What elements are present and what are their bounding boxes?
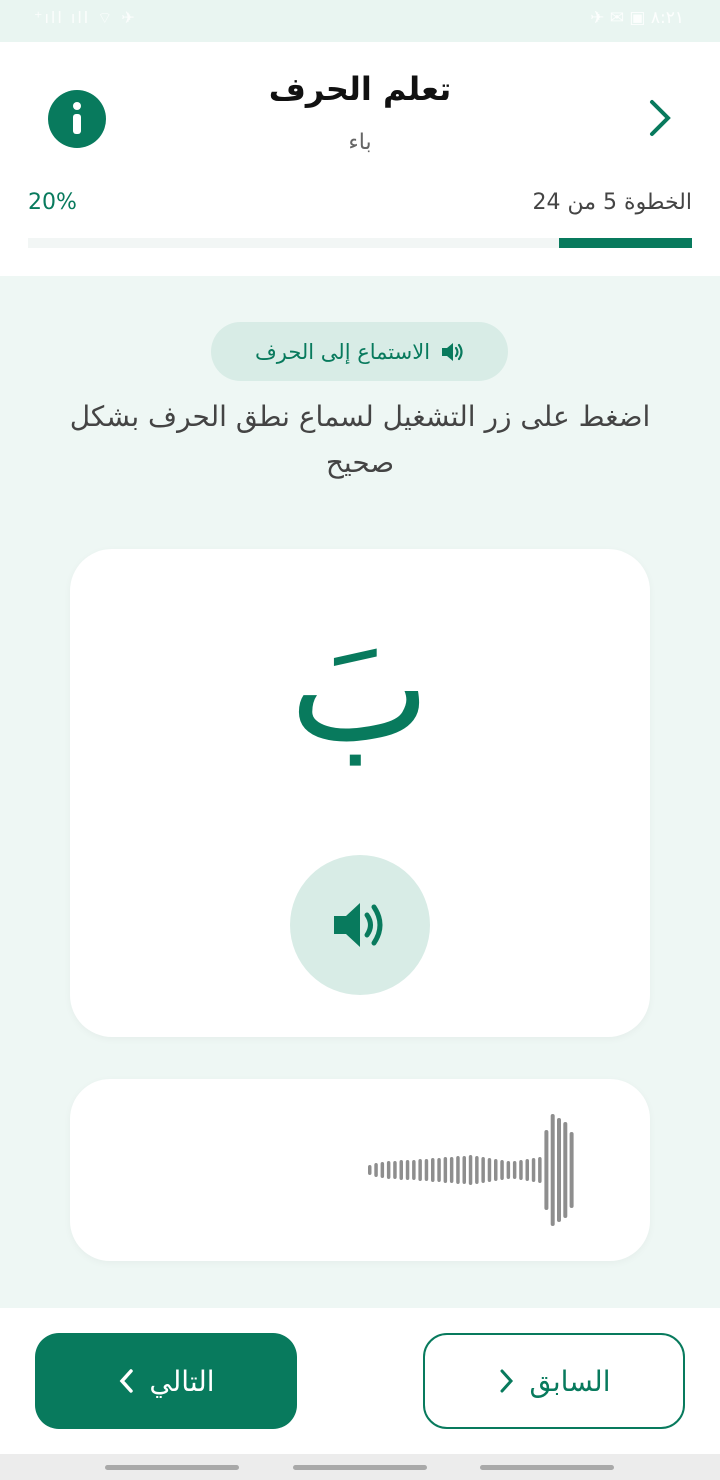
waveform-bar (557, 1118, 561, 1222)
status-indicators: ⁺ıll ıll ⌔ ✈ (34, 8, 137, 27)
waveform-bar (563, 1122, 568, 1218)
page-subtitle: باء (348, 130, 372, 155)
next-button[interactable]: التالي (35, 1333, 297, 1429)
waveform-bar (393, 1161, 397, 1179)
waveform-bar (481, 1157, 485, 1183)
waveform-bar (500, 1160, 504, 1180)
progress-fill (559, 238, 692, 248)
waveform-bar (494, 1159, 498, 1181)
waveform-bar (424, 1159, 429, 1181)
waveform-bar (512, 1161, 517, 1179)
audio-waveform (368, 1114, 574, 1226)
waveform-bar (468, 1155, 473, 1185)
next-button-label: التالي (149, 1364, 215, 1398)
status-clock: ✈ ✉ ▣ ٨:٢١ (590, 8, 684, 28)
system-nav-bar (0, 1454, 720, 1480)
header: تعلم الحرف باء الخطوة 5 من 24 20% (0, 42, 720, 276)
arabic-letter: بَ (289, 602, 431, 776)
waveform-bar (386, 1161, 391, 1179)
waveform-bar (519, 1160, 523, 1180)
progress-bar (28, 238, 692, 248)
status-bar: ⁺ıll ıll ⌔ ✈ ✈ ✉ ▣ ٨:٢١ (0, 0, 720, 42)
back-button[interactable] (636, 94, 684, 142)
letter-card: بَ (70, 549, 650, 1037)
page-title: تعلم الحرف (268, 70, 452, 108)
waveform-bar (538, 1157, 542, 1183)
nav-pill[interactable] (293, 1465, 427, 1470)
waveform-bar (506, 1161, 511, 1179)
waveform-bar (487, 1158, 492, 1182)
waveform-bar (399, 1160, 403, 1180)
previous-button-label: السابق (529, 1364, 611, 1398)
chevron-right-icon (650, 100, 671, 136)
speaker-icon (334, 903, 383, 947)
waveform-bar (418, 1159, 422, 1181)
waveform-bar (443, 1157, 448, 1183)
footer: التالي السابق (0, 1308, 720, 1454)
play-audio-button[interactable] (290, 855, 430, 995)
waveform-bar (462, 1156, 466, 1184)
waveform-bar (550, 1114, 555, 1226)
waveform-bar (569, 1132, 574, 1208)
waveform-bar (380, 1162, 385, 1178)
instructions-text: اضغط على زر التشغيل لسماع نطق الحرف بشكل… (69, 400, 651, 479)
waveform-bar (405, 1160, 410, 1180)
waveform-bar (475, 1156, 479, 1184)
waveform-bar (531, 1158, 536, 1182)
waveform-card (70, 1079, 650, 1261)
listen-chip-label: الاستماع إلى الحرف (254, 339, 431, 364)
speaker-icon (442, 342, 463, 361)
waveform-bar (525, 1159, 529, 1181)
waveform-bar (431, 1158, 435, 1182)
waveform-bar (374, 1163, 378, 1177)
waveform-bar (544, 1130, 549, 1210)
waveform-bar (412, 1160, 416, 1180)
nav-pill[interactable] (105, 1465, 239, 1470)
chevron-right-icon (500, 1369, 513, 1393)
waveform-bar (437, 1158, 441, 1182)
waveform-bar (456, 1156, 460, 1184)
info-icon[interactable] (48, 90, 106, 148)
waveform-bar (449, 1157, 454, 1183)
previous-button[interactable]: السابق (423, 1333, 685, 1429)
nav-pill[interactable] (480, 1465, 614, 1470)
step-counter: الخطوة 5 من 24 (532, 190, 692, 215)
waveform-bar (368, 1165, 372, 1175)
listen-chip: الاستماع إلى الحرف (211, 322, 508, 381)
chevron-left-icon (120, 1369, 134, 1393)
progress-percent: 20% (28, 190, 77, 215)
